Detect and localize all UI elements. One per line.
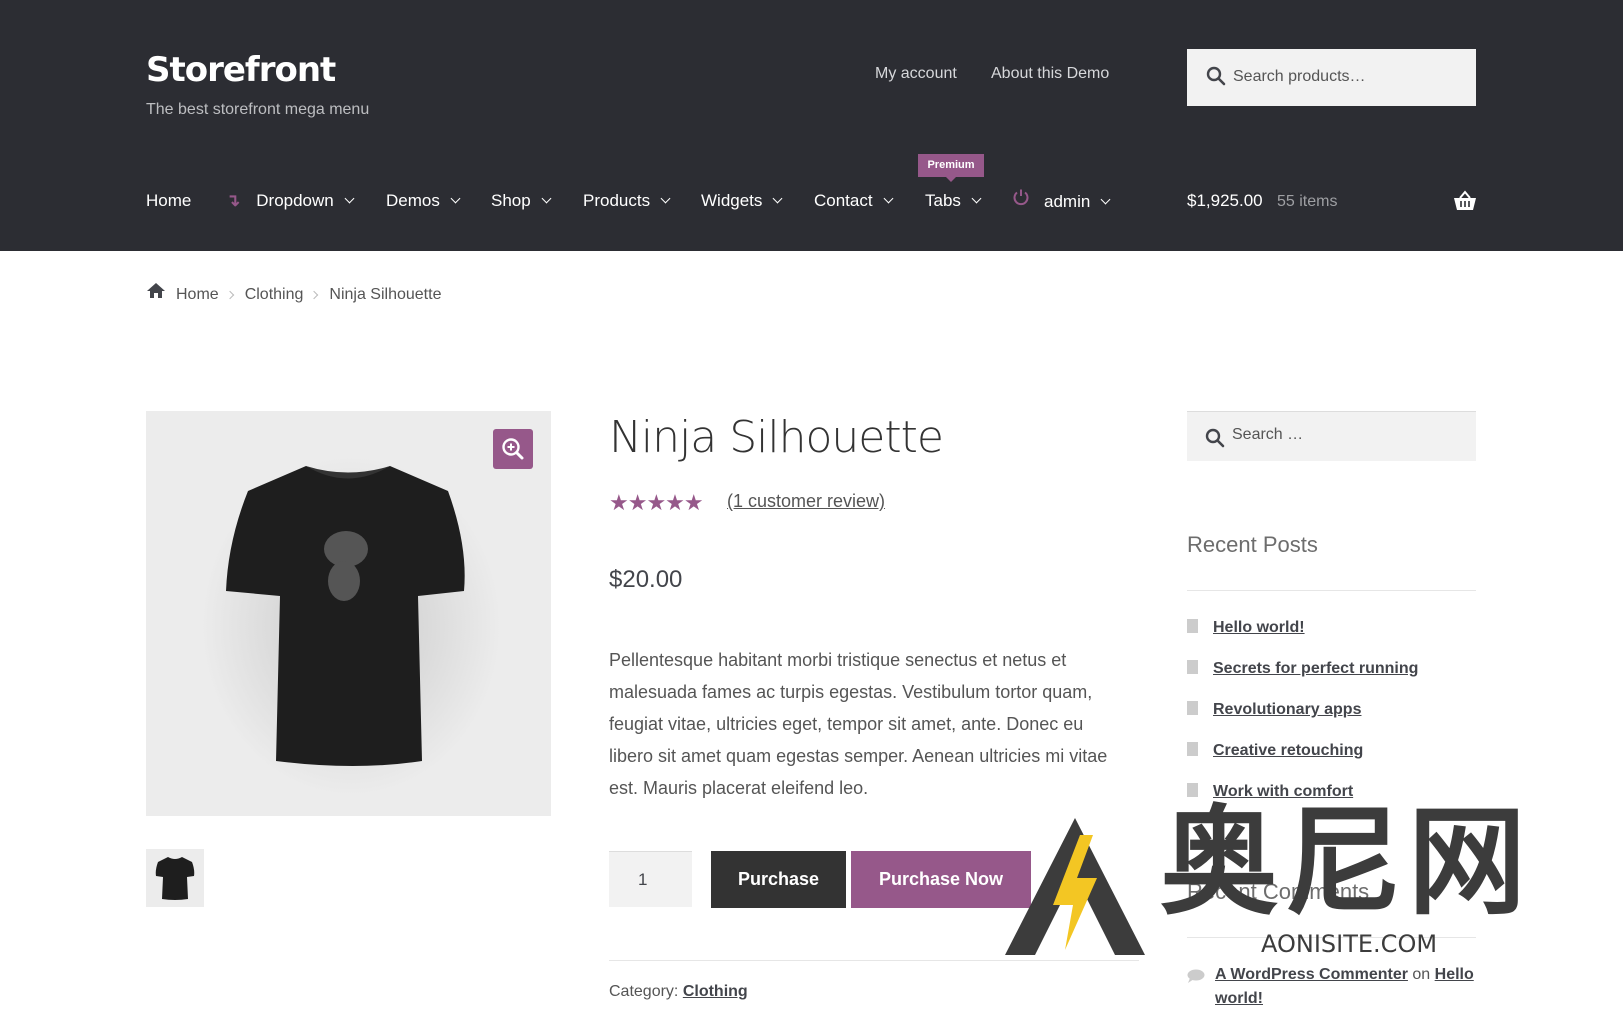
sidebar-search-placeholder: Search … <box>1232 426 1304 443</box>
comment-author-link[interactable]: A WordPress Commenter <box>1215 966 1408 983</box>
product-search-placeholder: Search products… <box>1233 68 1366 85</box>
watermark-text: 奥尼网 <box>1160 793 1533 931</box>
nav-label: Dropdown <box>256 191 334 210</box>
purchase-button[interactable]: Purchase <box>711 851 846 908</box>
power-icon <box>1012 188 1030 211</box>
nav-tabs[interactable]: Tabs <box>925 191 982 211</box>
star-rating-icon: ★★★★★ <box>609 490 704 515</box>
recent-posts-title: Recent Posts <box>1187 532 1318 557</box>
recent-post-link[interactable]: Secrets for perfect running <box>1213 660 1418 677</box>
product-title: Ninja Silhouette <box>609 412 944 463</box>
comment-icon <box>1187 967 1205 991</box>
document-icon <box>1187 700 1198 715</box>
site-header: Storefront The best storefront mega menu… <box>0 0 1623 251</box>
nav-label: Widgets <box>701 191 763 210</box>
chevron-down-icon <box>971 193 982 204</box>
breadcrumb-home[interactable]: Home <box>176 286 219 303</box>
site-title[interactable]: Storefront <box>146 50 336 90</box>
product-price: $20.00 <box>609 566 683 593</box>
product-image[interactable] <box>146 411 551 816</box>
breadcrumb: Home Clothing Ninja Silhouette <box>146 282 442 306</box>
recent-post-item: Secrets for perfect running <box>1187 659 1418 678</box>
nav-label: Home <box>146 191 192 210</box>
nav-products[interactable]: Products <box>583 191 671 211</box>
product-description: Pellentesque habitant morbi tristique se… <box>609 650 1108 798</box>
chevron-down-icon <box>772 193 783 204</box>
nav-label: Contact <box>814 191 873 210</box>
nav-label: Shop <box>491 191 531 210</box>
category-link[interactable]: Clothing <box>683 983 748 1000</box>
breadcrumb-separator-icon <box>225 290 234 300</box>
nav-dropdown[interactable]: ↴ Dropdown <box>226 191 355 211</box>
nav-widgets[interactable]: Widgets <box>701 191 783 211</box>
search-icon <box>1205 428 1225 453</box>
chevron-down-icon <box>450 193 461 204</box>
nav-contact[interactable]: Contact <box>814 191 894 211</box>
product-search-input[interactable]: Search products… <box>1187 49 1476 106</box>
nav-label: Demos <box>386 191 440 210</box>
comment-post-link-continued[interactable]: world! <box>1215 990 1263 1007</box>
comment-on-text: on <box>1412 966 1431 983</box>
nav-demos[interactable]: Demos <box>386 191 461 211</box>
recent-post-link[interactable]: Hello world! <box>1213 619 1305 636</box>
site-tagline: The best storefront mega menu <box>146 101 370 118</box>
quantity-input[interactable]: 1 <box>609 851 692 907</box>
breadcrumb-clothing[interactable]: Clothing <box>245 286 304 303</box>
nav-shop[interactable]: Shop <box>491 191 552 211</box>
divider <box>1187 590 1476 591</box>
breadcrumb-current: Ninja Silhouette <box>329 286 442 303</box>
about-demo-link[interactable]: About this Demo <box>991 65 1109 83</box>
cart-total[interactable]: $1,925.00 <box>1187 191 1263 211</box>
chevron-down-icon <box>344 193 355 204</box>
tshirt-image <box>201 456 501 796</box>
chevron-down-icon <box>1100 194 1111 205</box>
home-icon <box>146 282 166 304</box>
search-icon <box>1206 66 1226 91</box>
recent-post-item: Hello world! <box>1187 618 1305 637</box>
basket-icon[interactable] <box>1453 190 1477 217</box>
zoom-in-icon <box>502 438 524 460</box>
zoom-button[interactable] <box>493 429 533 469</box>
breadcrumb-separator-icon <box>310 290 319 300</box>
chevron-down-icon <box>883 193 894 204</box>
recent-post-item: Creative retouching <box>1187 741 1363 760</box>
sidebar-search-input[interactable]: Search … <box>1187 411 1476 461</box>
document-icon <box>1187 741 1198 756</box>
nav-label: Tabs <box>925 191 961 210</box>
chevron-down-icon <box>541 193 552 204</box>
recent-post-link[interactable]: Revolutionary apps <box>1213 701 1361 718</box>
chevron-down-icon <box>660 193 671 204</box>
product-thumbnail[interactable] <box>146 849 204 907</box>
category-label: Category: <box>609 983 679 1000</box>
comment-post-link[interactable]: Hello <box>1435 966 1474 983</box>
arrow-down-icon: ↴ <box>226 191 241 210</box>
cart-count[interactable]: 55 items <box>1277 193 1337 211</box>
watermark-url: AONISITE.COM <box>1261 930 1438 958</box>
recent-post-link[interactable]: Creative retouching <box>1213 742 1363 759</box>
nav-admin[interactable]: admin <box>1012 188 1111 214</box>
my-account-link[interactable]: My account <box>875 65 957 83</box>
tshirt-thumbnail-image <box>155 857 195 900</box>
premium-badge: Premium <box>918 154 984 182</box>
product-category: Category: Clothing <box>609 983 748 1001</box>
watermark-logo <box>1005 810 1155 965</box>
purchase-now-button[interactable]: Purchase Now <box>851 851 1031 908</box>
recent-post-item: Revolutionary apps <box>1187 700 1361 719</box>
customer-review-link[interactable]: (1 customer review) <box>727 491 885 512</box>
document-icon <box>1187 618 1198 633</box>
recent-comment-item: A WordPress Commenter on Hello world! <box>1187 963 1487 1011</box>
nav-label: Products <box>583 191 651 210</box>
nav-home[interactable]: Home <box>146 191 191 211</box>
nav-label: admin <box>1044 191 1091 211</box>
document-icon <box>1187 659 1198 674</box>
